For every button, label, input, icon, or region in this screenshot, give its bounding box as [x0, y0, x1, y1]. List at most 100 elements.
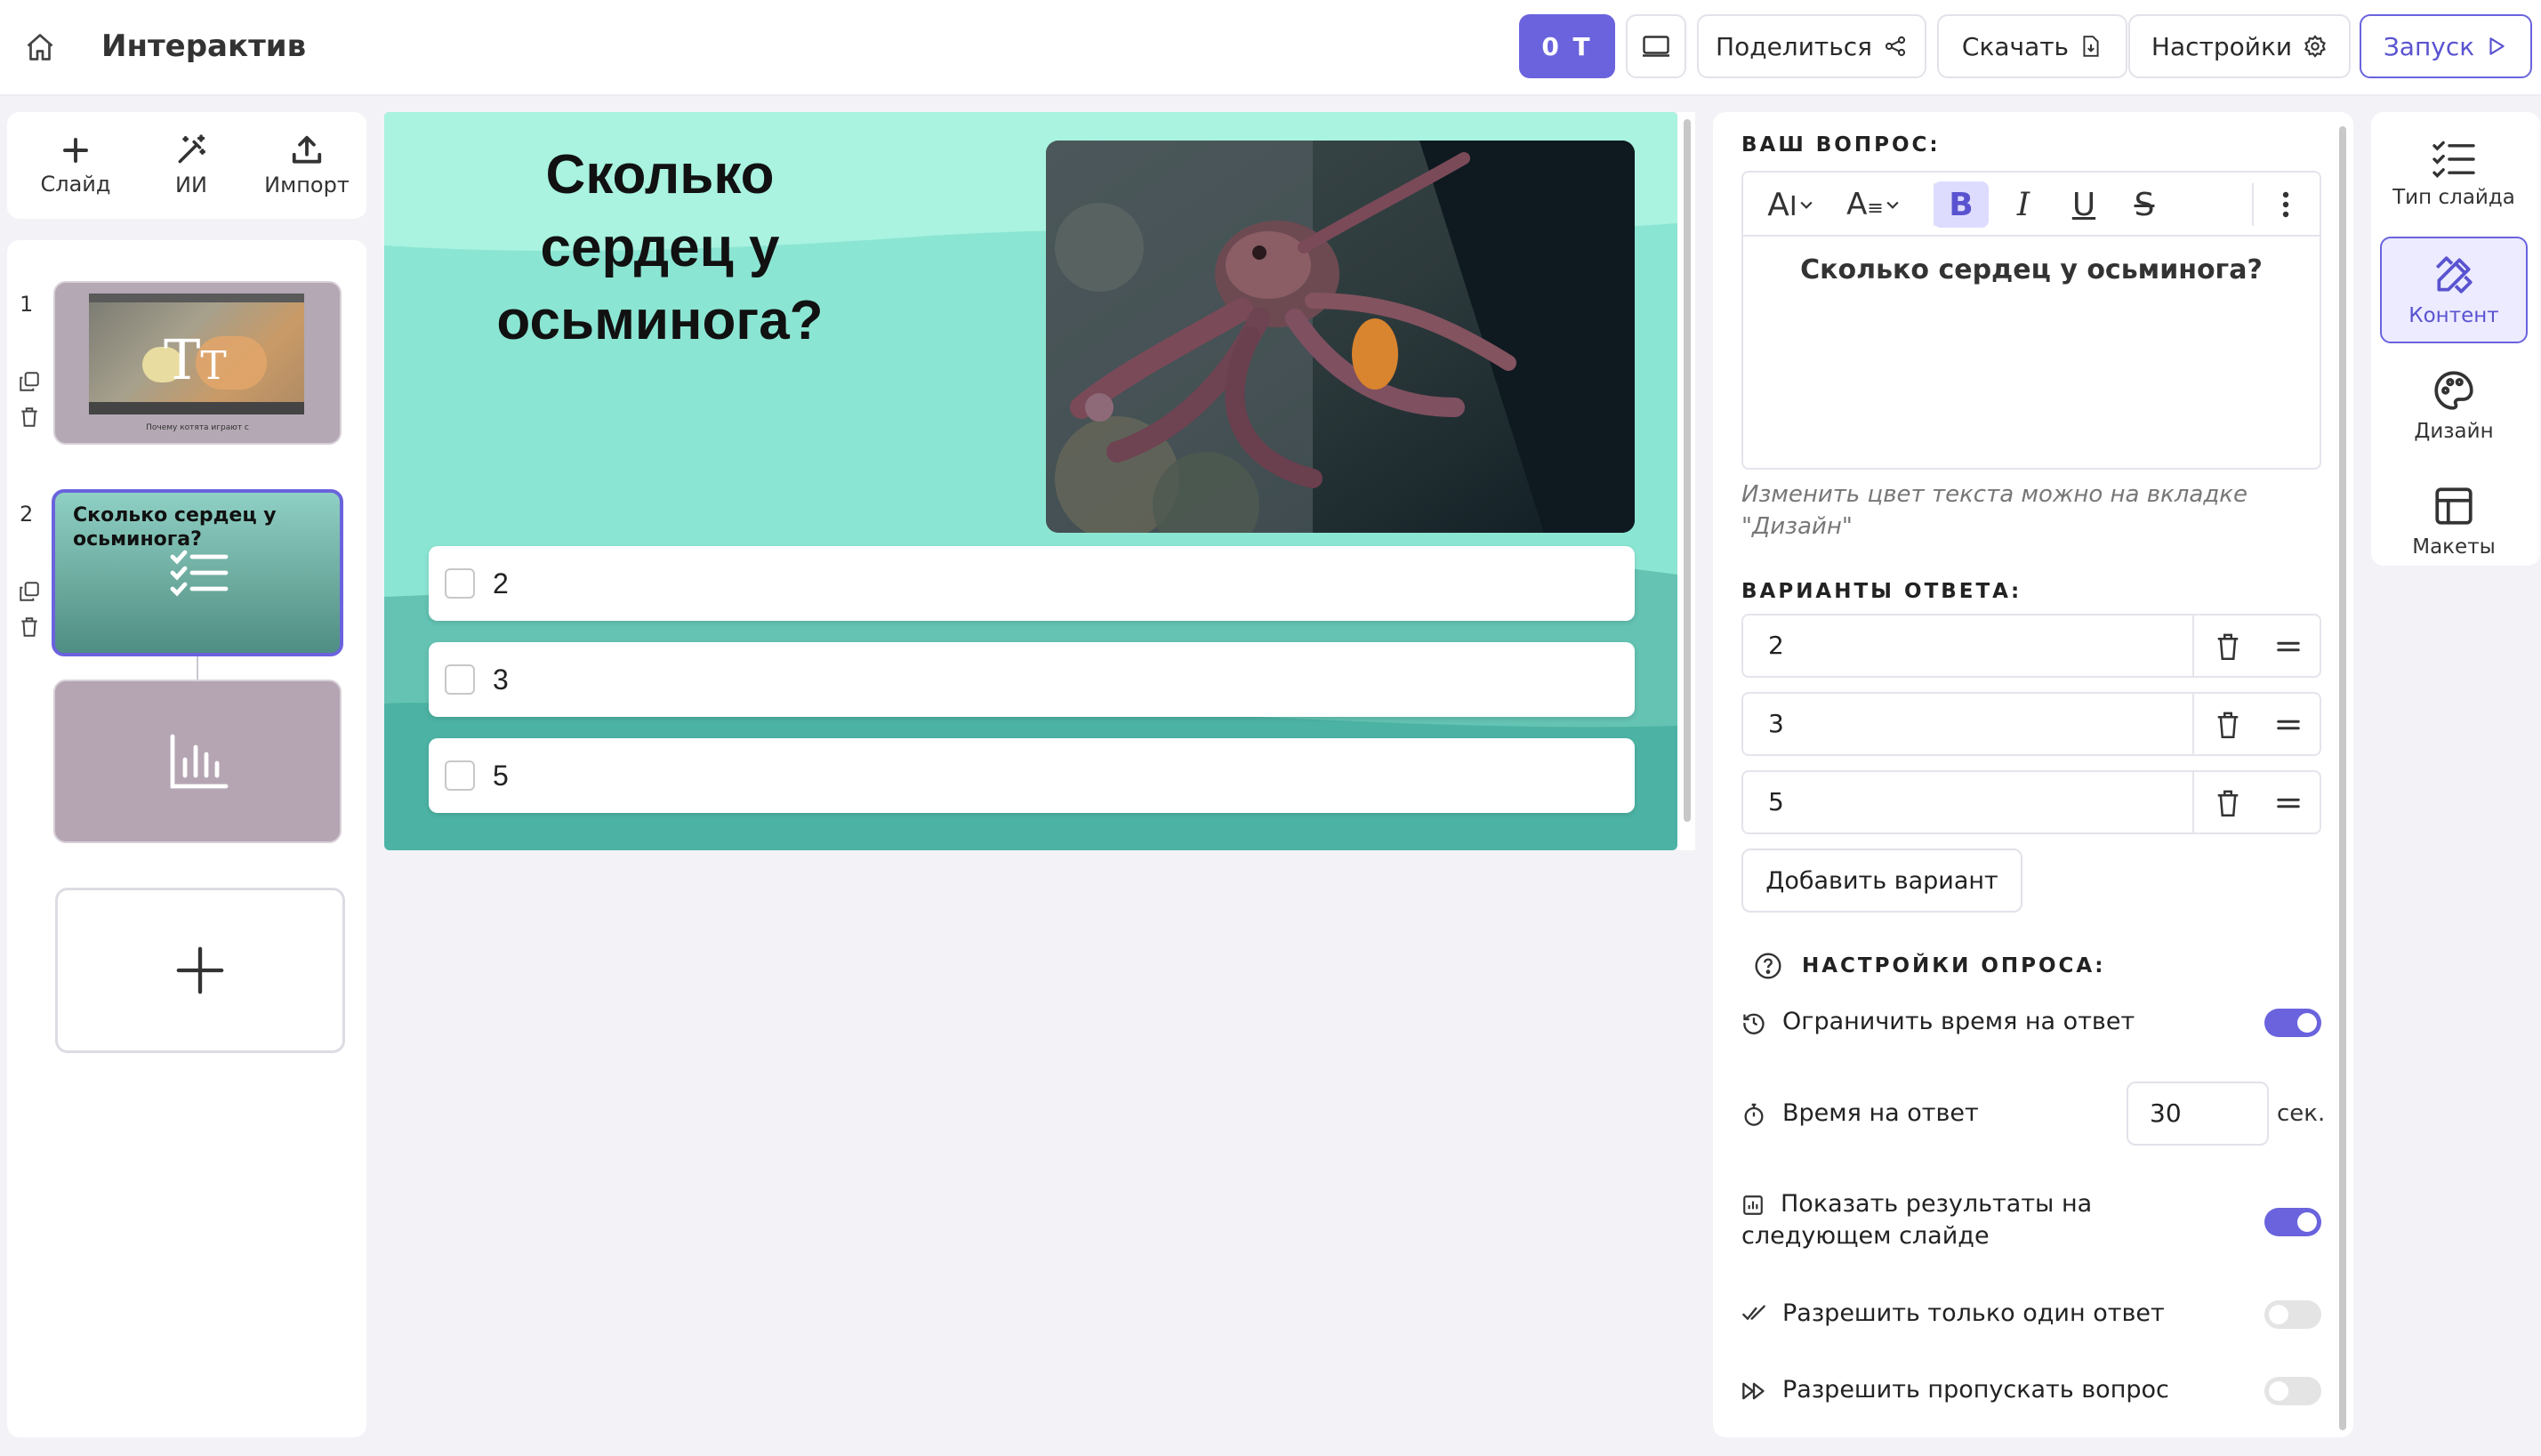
answer-option-row-1[interactable]: 2	[1741, 614, 2321, 678]
trash-icon[interactable]	[18, 615, 41, 639]
add-slide-tool[interactable]: Слайд	[18, 112, 133, 219]
option-value[interactable]: 3	[1768, 694, 1784, 754]
stopwatch-icon	[1744, 1103, 1764, 1126]
present-screen-button[interactable]	[1626, 14, 1686, 78]
strikethrough-button[interactable]: S	[2117, 181, 2172, 228]
download-file-icon	[2083, 36, 2099, 57]
duplicate-icon[interactable]	[18, 580, 41, 603]
help-circle-icon[interactable]	[1754, 952, 1782, 980]
drag-handle-icon[interactable]	[2275, 635, 2302, 658]
share-label: Поделиться	[1716, 31, 1872, 61]
show-results-toggle[interactable]	[2264, 1208, 2321, 1236]
import-label: Импорт	[264, 173, 350, 197]
option-divider	[2192, 772, 2194, 833]
text-align-dropdown[interactable]: A≡	[1836, 183, 1912, 226]
settings-button[interactable]: Настройки	[2128, 14, 2351, 78]
top-bar: Интерактив 0 T Поделиться Скачать Настро…	[0, 0, 2541, 96]
answer-time-input[interactable]: 30	[2127, 1082, 2269, 1146]
launch-button[interactable]: Запуск	[2360, 14, 2532, 78]
nav-content[interactable]: Контент	[2380, 237, 2528, 343]
italic-icon: I	[2016, 186, 2030, 223]
answer-text: 5	[493, 759, 509, 792]
show-results-setting: Показать результаты на следующем слайде	[1741, 1188, 2151, 1252]
text-format-icon: A≡	[1846, 187, 1884, 222]
chevron-down-icon	[1886, 201, 1899, 209]
bold-button[interactable]: B	[1934, 181, 1989, 228]
answer-checkbox[interactable]	[445, 568, 475, 599]
play-icon	[2489, 37, 2505, 55]
answer-text: 3	[493, 663, 509, 696]
drag-handle-icon[interactable]	[2275, 713, 2302, 736]
option-value[interactable]: 5	[1768, 772, 1784, 833]
answer-option-3[interactable]: 5	[429, 738, 1635, 813]
text-size-icon: AI	[1767, 186, 1797, 223]
home-button[interactable]	[20, 27, 60, 68]
answer-option-1[interactable]: 2	[429, 546, 1635, 621]
underline-icon: U	[2071, 186, 2096, 223]
toggle-knob	[2269, 1381, 2288, 1401]
results-slide-thumbnail[interactable]	[53, 680, 342, 843]
checklist-icon	[170, 550, 229, 597]
more-options-button[interactable]	[2263, 181, 2309, 228]
octopus-photo[interactable]	[1046, 141, 1635, 533]
slide-number-2: 2	[20, 502, 34, 527]
canvas-scrollbar[interactable]	[1684, 119, 1691, 822]
download-label: Скачать	[1961, 31, 2070, 61]
underline-button[interactable]: U	[2056, 181, 2111, 228]
drag-handle-icon[interactable]	[2275, 792, 2302, 815]
download-button[interactable]: Скачать	[1937, 14, 2127, 78]
option-value[interactable]: 2	[1768, 615, 1784, 676]
trash-icon[interactable]	[18, 406, 41, 429]
app-title: Интерактив	[101, 28, 307, 64]
question-text[interactable]: Сколько сердец у осьминога?	[1743, 254, 2320, 286]
import-tool[interactable]: Импорт	[249, 112, 365, 219]
answer-checkbox[interactable]	[445, 664, 475, 695]
list-check-icon	[2432, 141, 2475, 179]
settings-label: Настройки	[2151, 31, 2293, 61]
slide-2-title: Сколько сердец у осьминога?	[73, 504, 277, 551]
answer-option-row-3[interactable]: 5	[1741, 770, 2321, 834]
nav-design[interactable]: Дизайн	[2380, 352, 2528, 459]
text-color-hint: Изменить цвет текста можно на вкладке "Д…	[1741, 481, 2247, 540]
question-editor[interactable]: AI A≡ B I U S Сколько сердец у осьминога…	[1741, 171, 2321, 470]
slide-thumbnail-1[interactable]: TT Почему котята играют с	[53, 281, 342, 445]
double-check-icon	[1742, 1305, 1765, 1320]
pencil-ruler-icon	[2435, 256, 2473, 294]
answer-option-2[interactable]: 3	[429, 642, 1635, 717]
allow-skip-toggle[interactable]	[2264, 1377, 2321, 1405]
trash-icon[interactable]	[2215, 631, 2241, 662]
ai-tool[interactable]: ИИ	[133, 112, 249, 219]
gear-icon	[2304, 35, 2326, 58]
nav-slide-type[interactable]: Тип слайда	[2380, 121, 2528, 228]
trash-icon[interactable]	[2215, 788, 2241, 818]
slide-thumbnail-2[interactable]: Сколько сердец у осьминога?	[52, 489, 343, 656]
home-icon	[27, 34, 53, 60]
italic-button[interactable]: I	[1996, 181, 2051, 228]
slide-question-title[interactable]: Сколько сердец у осьминога?	[455, 139, 864, 358]
add-slide-label: Слайд	[40, 172, 111, 197]
more-vertical-icon	[2282, 191, 2289, 218]
slide-canvas: Сколько сердец у осьминога? 2 3 5	[384, 112, 1677, 850]
add-slide-card[interactable]	[55, 888, 345, 1053]
limit-time-toggle[interactable]	[2264, 1009, 2321, 1037]
font-size-dropdown[interactable]: AI	[1756, 183, 1827, 226]
duplicate-icon[interactable]	[18, 370, 41, 393]
participants-button[interactable]: 0 T	[1519, 14, 1615, 78]
add-option-button[interactable]: Добавить вариант	[1741, 849, 2022, 913]
right-nav: Тип слайда Контент Дизайн Макеты	[2371, 112, 2540, 566]
trash-icon[interactable]	[2215, 710, 2241, 740]
share-button[interactable]: Поделиться	[1697, 14, 1926, 78]
single-answer-setting: Разрешить только один ответ	[1741, 1298, 2165, 1330]
answer-option-row-2[interactable]: 3	[1741, 692, 2321, 756]
answer-checkbox[interactable]	[445, 760, 475, 791]
allow-skip-label: Разрешить пропускать вопрос	[1782, 1376, 2169, 1404]
share-icon	[1885, 36, 1906, 57]
nav-slide-type-label: Тип слайда	[2392, 186, 2515, 209]
bar-chart-icon	[170, 734, 229, 789]
single-answer-toggle[interactable]	[2264, 1300, 2321, 1329]
nav-layouts[interactable]: Макеты	[2380, 468, 2528, 575]
ai-label: ИИ	[175, 173, 207, 197]
panel-scrollbar[interactable]	[2339, 126, 2346, 1430]
bold-icon: B	[1949, 186, 1974, 223]
participants-label: 0 T	[1541, 31, 1593, 61]
